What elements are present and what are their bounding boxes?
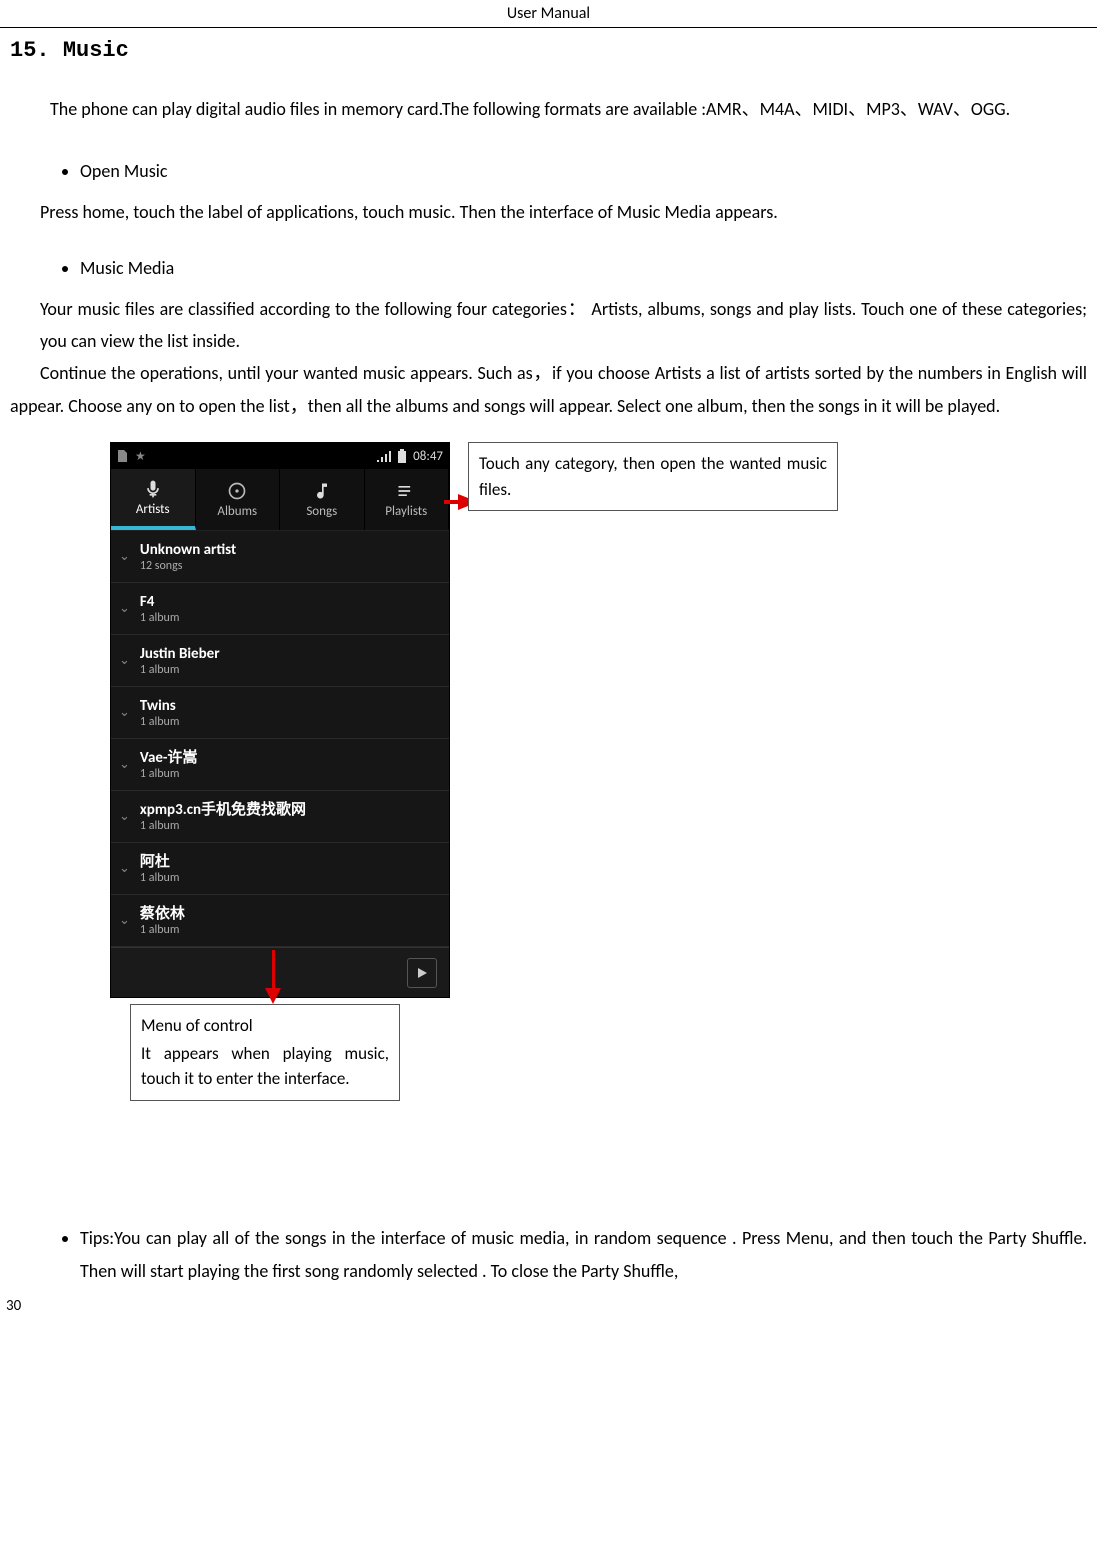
artist-sub: 12 songs <box>140 559 236 573</box>
section-title: Music <box>63 38 129 63</box>
chevron-down-icon: ⌄ <box>119 757 130 772</box>
intro-paragraph: The phone can play digital audio files i… <box>10 93 1087 125</box>
artist-name: Vae-许嵩 <box>140 749 198 767</box>
sdcard-icon <box>117 450 127 462</box>
tab-songs[interactable]: Songs <box>280 469 365 530</box>
tips-item: Tips:You can play all of the songs in th… <box>80 1222 1087 1287</box>
disc-icon <box>227 481 247 501</box>
list-item[interactable]: ⌄ 阿杜 1 album <box>111 843 449 895</box>
artist-sub: 1 album <box>140 819 306 833</box>
artist-name: 蔡依林 <box>140 905 185 923</box>
phone-screenshot: ★ 08:47 Artists Albums <box>110 442 450 998</box>
star-icon: ★ <box>135 449 146 464</box>
status-time: 08:47 <box>413 449 443 464</box>
list-item[interactable]: ⌄ F4 1 album <box>111 583 449 635</box>
battery-icon <box>397 449 407 463</box>
annotation-top-text: Touch any category, then open the wanted… <box>479 453 827 500</box>
section-number: 15. <box>10 38 50 63</box>
artist-sub: 1 album <box>140 923 185 937</box>
page-number: 30 <box>0 1297 1097 1315</box>
bullet-list-1: Open Music <box>80 155 1087 187</box>
list-item[interactable]: ⌄ Vae-许嵩 1 album <box>111 739 449 791</box>
artist-name: Twins <box>140 697 180 715</box>
tab-playlists[interactable]: Playlists <box>365 469 450 530</box>
artist-sub: 1 album <box>140 663 220 677</box>
annotation-top: Touch any category, then open the wanted… <box>468 442 838 511</box>
tab-artists-label: Artists <box>136 502 170 517</box>
artist-sub: 1 album <box>140 871 180 885</box>
note-icon <box>312 481 332 501</box>
chevron-down-icon: ⌄ <box>119 549 130 564</box>
figure-wrap: ★ 08:47 Artists Albums <box>110 442 1087 1162</box>
microphone-icon <box>143 479 163 499</box>
bullet-music-media: Music Media <box>80 252 1087 284</box>
section-heading: 15. Music <box>10 38 1087 63</box>
chevron-down-icon: ⌄ <box>119 913 130 928</box>
music-media-body-b: Continue the operations, until your want… <box>10 357 1087 422</box>
header-title: User Manual <box>507 4 590 23</box>
list-item[interactable]: ⌄ Twins 1 album <box>111 687 449 739</box>
annotation-bottom-title: Menu of control <box>141 1013 389 1039</box>
signal-icon <box>377 450 391 462</box>
chevron-down-icon: ⌄ <box>119 601 130 616</box>
status-bar: ★ 08:47 <box>111 443 449 469</box>
chevron-down-icon: ⌄ <box>119 705 130 720</box>
tips-list: Tips:You can play all of the songs in th… <box>80 1222 1087 1287</box>
annotation-bottom-text: It appears when playing music, touch it … <box>141 1041 389 1092</box>
status-left: ★ <box>117 449 146 464</box>
artist-list[interactable]: ⌄ Unknown artist 12 songs ⌄ F4 1 album ⌄ <box>111 531 449 981</box>
status-right: 08:47 <box>377 449 443 464</box>
tips-label: Tips: <box>80 1227 114 1249</box>
artist-name: Justin Bieber <box>140 645 220 663</box>
list-item[interactable]: ⌄ xpmp3.cn手机免费找歌网 1 album <box>111 791 449 843</box>
chevron-down-icon: ⌄ <box>119 653 130 668</box>
play-icon <box>415 966 429 980</box>
list-item[interactable]: ⌄ 蔡依林 1 album <box>111 895 449 947</box>
artist-name: Unknown artist <box>140 541 236 559</box>
list-item[interactable]: ⌄ Unknown artist 12 songs <box>111 531 449 583</box>
bullet-open-music: Open Music <box>80 155 1087 187</box>
annotation-bottom: Menu of control It appears when playing … <box>130 1004 400 1101</box>
chevron-down-icon: ⌄ <box>119 861 130 876</box>
bullet-list-2: Music Media <box>80 252 1087 284</box>
artist-name: F4 <box>140 593 180 611</box>
tab-songs-label: Songs <box>306 504 337 519</box>
page-header: User Manual <box>0 0 1097 28</box>
open-music-body: Press home, touch the label of applicati… <box>40 196 1087 228</box>
tips-body: You can play all of the songs in the int… <box>80 1227 1087 1281</box>
chevron-down-icon: ⌄ <box>119 809 130 824</box>
artist-sub: 1 album <box>140 715 180 729</box>
tab-artists[interactable]: Artists <box>111 469 196 530</box>
tab-albums-label: Albums <box>217 504 257 519</box>
tab-albums[interactable]: Albums <box>196 469 281 530</box>
artist-name: 阿杜 <box>140 853 180 871</box>
list-icon <box>396 481 416 501</box>
arrow-down-icon <box>265 950 281 1004</box>
artist-sub: 1 album <box>140 611 180 625</box>
music-media-body-a: Your music files are classified accordin… <box>40 293 1087 358</box>
list-item[interactable]: ⌄ Justin Bieber 1 album <box>111 635 449 687</box>
music-tabs: Artists Albums Songs Playlists <box>111 469 449 531</box>
tab-playlists-label: Playlists <box>385 504 427 519</box>
artist-name: xpmp3.cn手机免费找歌网 <box>140 801 306 819</box>
play-button[interactable] <box>407 958 437 988</box>
artist-sub: 1 album <box>140 767 198 781</box>
page-content: 15. Music The phone can play digital aud… <box>0 38 1097 1287</box>
